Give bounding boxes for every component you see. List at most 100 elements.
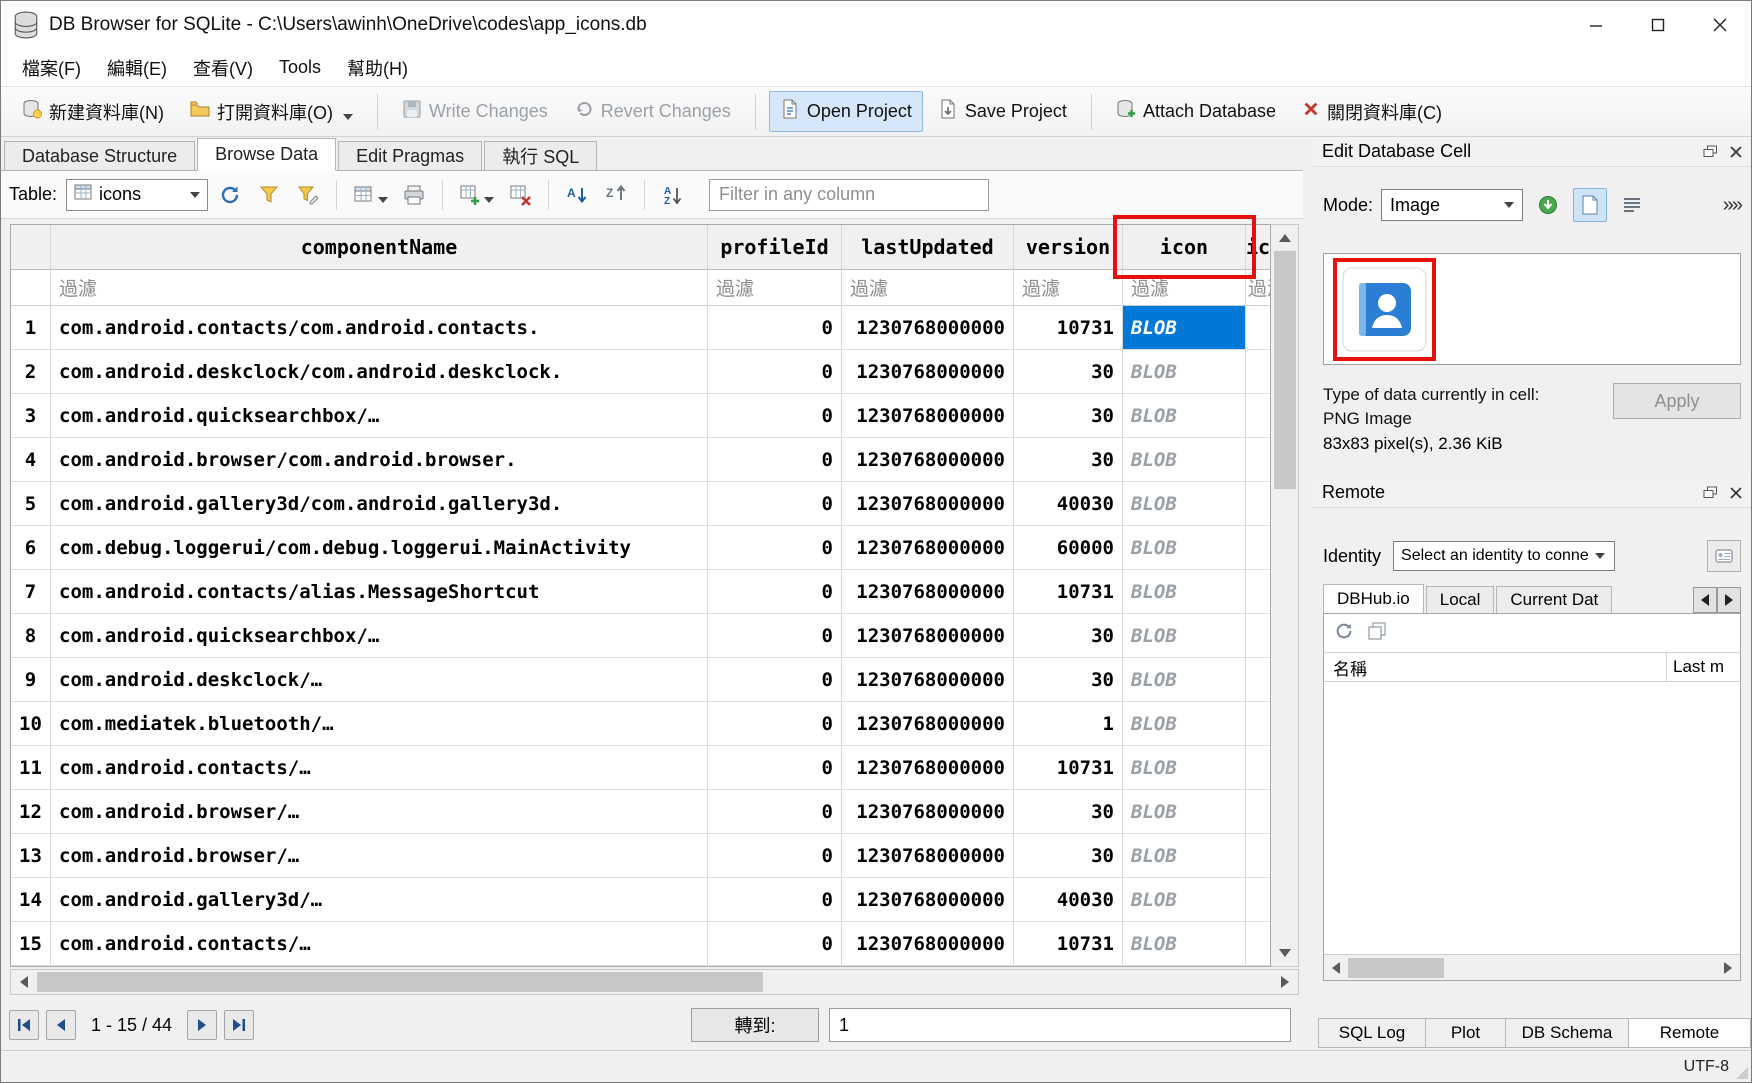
mode-select[interactable]: Image [1381, 189, 1523, 221]
cell-partial[interactable] [1246, 834, 1270, 877]
row-number[interactable]: 14 [11, 878, 51, 921]
cell-componentname[interactable]: com.android.contacts/alias.MessageShortc… [51, 570, 708, 613]
close-panel-icon[interactable] [1730, 146, 1742, 158]
cell-lastupdated[interactable]: 1230768000000 [842, 306, 1014, 349]
goto-button[interactable]: 轉到: [691, 1008, 819, 1042]
cell-partial[interactable] [1246, 614, 1270, 657]
dock-tab-sql-log[interactable]: SQL Log [1318, 1018, 1425, 1048]
sort-descending-button[interactable]: Z [599, 178, 633, 212]
row-number[interactable]: 15 [11, 922, 51, 965]
row-number[interactable]: 10 [11, 702, 51, 745]
remote-scrollbar-thumb[interactable] [1348, 958, 1444, 978]
cell-version[interactable]: 30 [1014, 614, 1123, 657]
cell-icon[interactable]: BLOB [1123, 394, 1246, 437]
cell-componentname[interactable]: com.android.browser/… [51, 834, 708, 877]
cell-icon[interactable]: BLOB [1123, 570, 1246, 613]
cell-icon[interactable]: BLOB [1123, 526, 1246, 569]
tab-執行-sql[interactable]: 執行 SQL [484, 141, 597, 170]
scroll-right-arrow[interactable] [1716, 955, 1740, 980]
cell-partial[interactable] [1246, 658, 1270, 701]
corner-header[interactable] [11, 225, 51, 269]
print-button[interactable] [397, 178, 431, 212]
remote-tab-dbhub-io[interactable]: DBHub.io [1323, 584, 1424, 613]
cell-icon[interactable]: BLOB [1123, 878, 1246, 921]
cell-lastupdated[interactable]: 1230768000000 [842, 614, 1014, 657]
scroll-up-arrow[interactable] [1271, 225, 1298, 251]
cell-componentname[interactable]: com.android.browser/… [51, 790, 708, 833]
cell-icon[interactable]: BLOB [1123, 306, 1246, 349]
resize-grip[interactable] [1736, 1067, 1748, 1079]
row-number[interactable]: 7 [11, 570, 51, 613]
column-header-icon[interactable]: icon [1123, 225, 1246, 269]
filter-button[interactable] [252, 178, 286, 212]
cell-componentname[interactable]: com.android.contacts/… [51, 922, 708, 965]
cell-partial[interactable] [1246, 394, 1270, 437]
attach-database-button[interactable]: Attach Database [1105, 91, 1287, 132]
close-panel-icon[interactable] [1730, 487, 1742, 499]
new-record-button[interactable] [348, 178, 392, 212]
import-data-button[interactable] [1531, 188, 1565, 222]
filter-input[interactable] [709, 179, 989, 211]
row-number[interactable]: 3 [11, 394, 51, 437]
row-number[interactable]: 6 [11, 526, 51, 569]
cell-componentname[interactable]: com.android.gallery3d/com.android.galler… [51, 482, 708, 525]
cell-componentname[interactable]: com.android.browser/com.android.browser. [51, 438, 708, 481]
cell-profileid[interactable]: 0 [708, 658, 842, 701]
filter-field-lastupdated[interactable]: 過濾 [842, 270, 1014, 305]
cell-version[interactable]: 10731 [1014, 306, 1123, 349]
cell-profileid[interactable]: 0 [708, 570, 842, 613]
vertical-scrollbar[interactable] [1271, 224, 1299, 967]
row-number[interactable]: 5 [11, 482, 51, 525]
column-header-profileid[interactable]: profileId [708, 225, 842, 269]
open-database-button[interactable]: 打開資料庫(O) [179, 91, 364, 133]
column-header-partial[interactable]: ic [1246, 225, 1270, 269]
maximize-button[interactable] [1627, 1, 1689, 49]
cell-profileid[interactable]: 0 [708, 746, 842, 789]
sort-ascending-button[interactable]: A [560, 178, 594, 212]
scroll-left-arrow[interactable] [11, 970, 37, 994]
cell-lastupdated[interactable]: 1230768000000 [842, 350, 1014, 393]
save-project-button[interactable]: Save Project [927, 91, 1078, 132]
close-button[interactable] [1689, 1, 1751, 49]
new-database-button[interactable]: 新建資料庫(N) [11, 91, 175, 133]
menu-item[interactable]: 檔案(F) [9, 49, 94, 87]
column-header-version[interactable]: version [1014, 225, 1123, 269]
filter-field-componentname[interactable]: 過濾 [51, 270, 708, 305]
tab-edit-pragmas[interactable]: Edit Pragmas [338, 141, 482, 170]
row-number[interactable]: 4 [11, 438, 51, 481]
cell-partial[interactable] [1246, 702, 1270, 745]
cell-componentname[interactable]: com.android.contacts/com.android.contact… [51, 306, 708, 349]
cell-profileid[interactable]: 0 [708, 482, 842, 525]
menu-item[interactable]: Tools [266, 51, 334, 84]
cell-componentname[interactable]: com.android.deskclock/… [51, 658, 708, 701]
cell-version[interactable]: 10731 [1014, 922, 1123, 965]
cell-profileid[interactable]: 0 [708, 878, 842, 921]
encoding-selector[interactable]: UTF-8 [1684, 1058, 1729, 1076]
cell-lastupdated[interactable]: 1230768000000 [842, 526, 1014, 569]
cell-partial[interactable] [1246, 570, 1270, 613]
goto-input[interactable] [829, 1008, 1291, 1042]
cell-version[interactable]: 30 [1014, 658, 1123, 701]
cell-componentname[interactable]: com.android.deskclock/com.android.deskcl… [51, 350, 708, 393]
cell-icon[interactable]: BLOB [1123, 614, 1246, 657]
cell-icon[interactable]: BLOB [1123, 658, 1246, 701]
cell-version[interactable]: 40030 [1014, 878, 1123, 921]
cell-partial[interactable] [1246, 878, 1270, 921]
menu-item[interactable]: 編輯(E) [94, 49, 180, 87]
cell-partial[interactable] [1246, 526, 1270, 569]
cell-profileid[interactable]: 0 [708, 350, 842, 393]
remote-horizontal-scrollbar[interactable] [1324, 954, 1740, 980]
text-view-button[interactable] [1615, 188, 1649, 222]
insert-record-button[interactable] [454, 178, 498, 212]
cell-lastupdated[interactable]: 1230768000000 [842, 570, 1014, 613]
cell-icon[interactable]: BLOB [1123, 922, 1246, 965]
table-select[interactable]: icons [66, 179, 208, 211]
cell-version[interactable]: 30 [1014, 438, 1123, 481]
vertical-scrollbar-thumb[interactable] [1274, 251, 1296, 489]
filter-field-version[interactable]: 過濾 [1014, 270, 1123, 305]
image-view-button[interactable] [1573, 188, 1607, 222]
cell-version[interactable]: 30 [1014, 394, 1123, 437]
scroll-right-arrow[interactable] [1272, 970, 1298, 994]
cell-version[interactable]: 10731 [1014, 746, 1123, 789]
remote-column-lastmodified[interactable]: Last m [1666, 653, 1740, 681]
